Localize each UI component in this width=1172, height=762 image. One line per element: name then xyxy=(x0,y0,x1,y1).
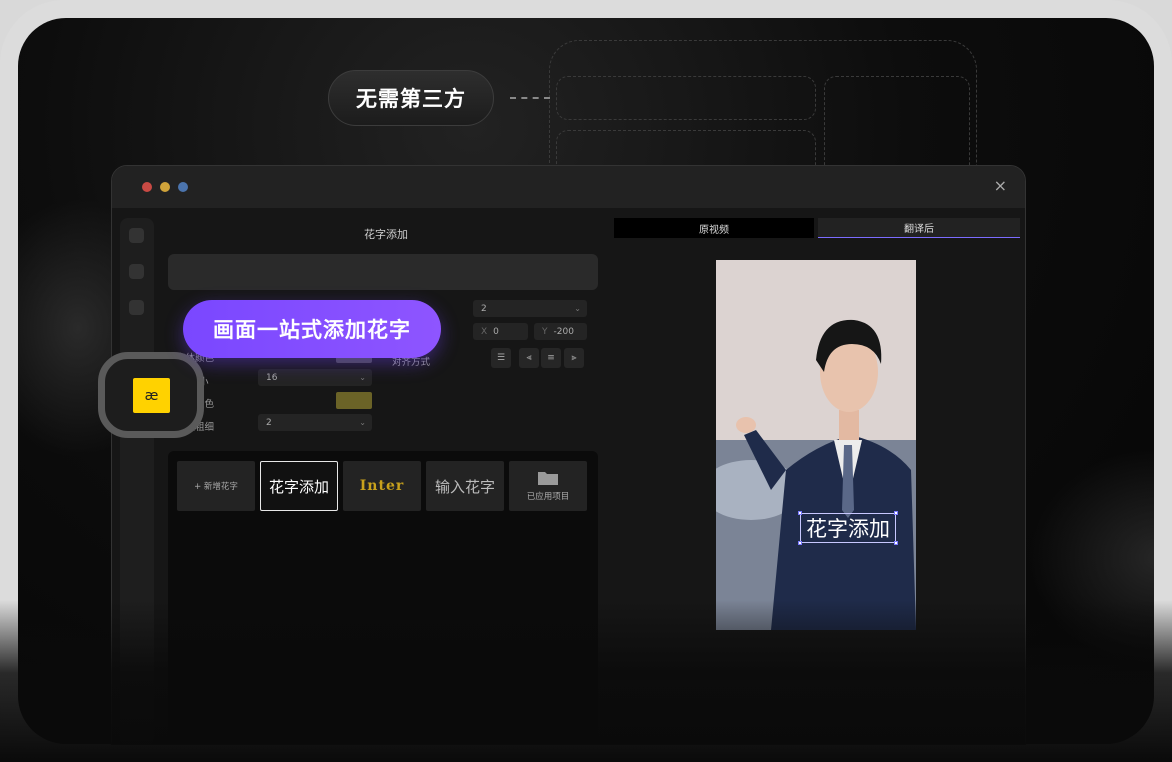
offset-x-value: 0 xyxy=(493,326,499,337)
window-minimize-dot[interactable] xyxy=(160,182,170,192)
text-overlay-on-video[interactable]: 花字添加 xyxy=(800,513,896,543)
align-right-icon[interactable]: ⫸ xyxy=(564,348,584,368)
font-size-value: 16 xyxy=(266,372,278,383)
offset-y-prefix: Y xyxy=(542,326,548,337)
dashed-placeholder-box xyxy=(824,76,970,176)
chevron-down-icon: ⌄ xyxy=(359,373,366,382)
value-select[interactable]: 2 ⌄ xyxy=(473,300,587,317)
window-maximize-dot[interactable] xyxy=(178,182,188,192)
resize-handle[interactable] xyxy=(798,511,802,515)
close-icon[interactable]: × xyxy=(994,176,1007,195)
select-value: 2 xyxy=(481,303,487,314)
sidebar-tool-button[interactable] xyxy=(129,264,144,279)
dashed-placeholder-box xyxy=(556,76,816,120)
no-third-party-pill: 无需第三方 xyxy=(328,70,494,126)
ae-icon[interactable]: æ xyxy=(133,378,170,413)
applied-projects-label: 已应用项目 xyxy=(526,492,570,502)
window-titlebar: × xyxy=(112,166,1025,208)
font-size-select[interactable]: 16 ⌄ xyxy=(258,369,372,386)
preset-item[interactable]: 输入花字 xyxy=(426,461,504,511)
panel-title: 花字添加 xyxy=(364,228,408,241)
video-preview[interactable]: 花字添加 xyxy=(716,260,916,630)
feature-callout-pill: 画面一站式添加花字 xyxy=(183,300,441,358)
folder-icon xyxy=(538,472,558,485)
offset-y-input[interactable]: Y -200 xyxy=(534,323,587,340)
align-center-icon[interactable]: ≡ xyxy=(541,348,561,368)
applied-projects-button[interactable]: 已应用项目 xyxy=(509,461,587,511)
resize-handle[interactable] xyxy=(894,541,898,545)
tab-translated[interactable]: 翻译后 xyxy=(818,218,1020,238)
text-content-input[interactable] xyxy=(168,254,598,290)
list-align-icon[interactable]: ☰ xyxy=(491,348,511,368)
stroke-width-select[interactable]: 2 ⌄ xyxy=(258,414,372,431)
stroke-width-value: 2 xyxy=(266,417,272,428)
offset-x-input[interactable]: X 0 xyxy=(473,323,528,340)
bottom-fade xyxy=(0,600,1172,762)
preset-item[interactable]: Inter xyxy=(343,461,421,511)
offset-x-prefix: X xyxy=(481,326,488,337)
dashed-connector-line xyxy=(510,97,550,99)
chevron-down-icon: ⌄ xyxy=(359,418,366,427)
sidebar-tool-button[interactable] xyxy=(129,300,144,315)
chevron-down-icon: ⌄ xyxy=(574,304,581,313)
preset-item[interactable]: 花字添加 xyxy=(260,461,338,511)
person-illustration xyxy=(716,260,916,630)
resize-handle[interactable] xyxy=(894,511,898,515)
align-left-icon[interactable]: ⫷ xyxy=(519,348,539,368)
add-text-effect-button[interactable]: + 新增花字 xyxy=(177,461,255,511)
window-close-dot[interactable] xyxy=(142,182,152,192)
sidebar-tool-button[interactable] xyxy=(129,228,144,243)
resize-handle[interactable] xyxy=(798,541,802,545)
stroke-color-swatch[interactable] xyxy=(336,392,372,409)
offset-y-value: -200 xyxy=(553,326,574,337)
tab-original-video[interactable]: 原视频 xyxy=(614,218,814,238)
